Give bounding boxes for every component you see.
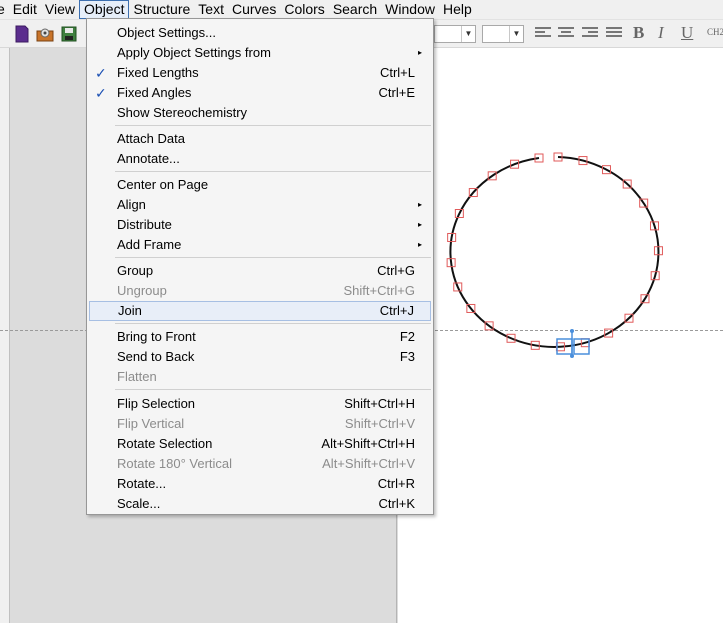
- menu-view[interactable]: View: [41, 0, 79, 19]
- menu-help[interactable]: Help: [439, 0, 476, 19]
- bold-button[interactable]: B: [633, 23, 644, 43]
- menu-item-show-stereochemistry[interactable]: Show Stereochemistry: [89, 103, 431, 123]
- size-combo[interactable]: ▼: [482, 25, 524, 43]
- checkmark-icon: ✓: [95, 65, 107, 81]
- underline-button[interactable]: U: [681, 23, 693, 43]
- menu-item-fixed-angles[interactable]: ✓ Fixed Angles Ctrl+E: [89, 83, 431, 103]
- menu-item-scale[interactable]: Scale... Ctrl+K: [89, 494, 431, 514]
- italic-button[interactable]: I: [658, 23, 664, 43]
- chevron-down-icon[interactable]: ▼: [509, 26, 523, 42]
- open-icon[interactable]: [36, 25, 54, 43]
- menu-file-partial[interactable]: e: [0, 0, 9, 19]
- object-menu-dropdown: Object Settings... Apply Object Settings…: [86, 18, 434, 515]
- menu-item-align[interactable]: Align ▸: [89, 195, 431, 215]
- document-canvas[interactable]: [398, 48, 723, 623]
- menu-item-rotate[interactable]: Rotate... Ctrl+R: [89, 474, 431, 494]
- menu-item-rotate-selection[interactable]: Rotate Selection Alt+Shift+Ctrl+H: [89, 434, 431, 454]
- menu-separator: [115, 171, 431, 172]
- menu-separator: [115, 257, 431, 258]
- menu-item-add-frame[interactable]: Add Frame ▸: [89, 235, 431, 255]
- menu-item-flip-vertical: Flip Vertical Shift+Ctrl+V: [117, 416, 415, 431]
- align-center-icon[interactable]: [558, 27, 574, 41]
- chevron-down-icon[interactable]: ▼: [461, 26, 475, 42]
- menu-structure[interactable]: Structure: [129, 0, 194, 19]
- menu-separator: [115, 389, 431, 390]
- align-right-icon[interactable]: [582, 27, 598, 41]
- menu-colors[interactable]: Colors: [280, 0, 328, 19]
- menu-search[interactable]: Search: [329, 0, 381, 19]
- menu-item-apply-object-settings-from[interactable]: Apply Object Settings from ▸: [89, 43, 431, 63]
- menu-item-fixed-lengths[interactable]: ✓ Fixed Lengths Ctrl+L: [89, 63, 431, 83]
- submenu-arrow-icon: ▸: [417, 48, 422, 57]
- menu-item-send-to-back[interactable]: Send to Back F3: [89, 347, 431, 367]
- menu-item-attach-data[interactable]: Attach Data: [89, 129, 431, 149]
- submenu-arrow-icon: ▸: [417, 220, 422, 229]
- menu-object[interactable]: Object: [79, 0, 130, 19]
- font-combo[interactable]: ▼: [434, 25, 476, 43]
- menu-item-ungroup: Ungroup Shift+Ctrl+G: [117, 283, 415, 298]
- menu-window[interactable]: Window: [381, 0, 439, 19]
- menu-item-flip-selection[interactable]: Flip Selection Shift+Ctrl+H: [89, 394, 431, 414]
- left-ruler: [0, 48, 10, 623]
- menu-item-bring-to-front[interactable]: Bring to Front F2: [89, 327, 431, 347]
- menu-curves[interactable]: Curves: [228, 0, 280, 19]
- menu-item-rotate-180-vertical: Rotate 180° Vertical Alt+Shift+Ctrl+V: [117, 456, 415, 471]
- submenu-arrow-icon: ▸: [417, 240, 422, 249]
- align-justify-icon[interactable]: [606, 27, 622, 41]
- menu-item-center-on-page[interactable]: Center on Page: [89, 175, 431, 195]
- menu-item-flatten: Flatten: [117, 369, 157, 384]
- save-icon[interactable]: [60, 25, 78, 43]
- menu-item-join[interactable]: Join Ctrl+J: [89, 301, 431, 321]
- submenu-arrow-icon: ▸: [417, 200, 422, 209]
- new-document-icon[interactable]: [13, 25, 31, 43]
- menu-separator: [115, 323, 431, 324]
- menu-item-annotate[interactable]: Annotate...: [89, 149, 431, 169]
- chem-formula-button[interactable]: CH2: [707, 27, 723, 37]
- menu-text[interactable]: Text: [194, 0, 228, 19]
- menu-item-distribute[interactable]: Distribute ▸: [89, 215, 431, 235]
- menu-item-group[interactable]: Group Ctrl+G: [89, 261, 431, 281]
- menu-separator: [115, 125, 431, 126]
- checkmark-icon: ✓: [95, 85, 107, 101]
- align-left-icon[interactable]: [535, 27, 551, 41]
- menu-edit[interactable]: Edit: [9, 0, 41, 19]
- menu-item-object-settings[interactable]: Object Settings...: [89, 23, 431, 43]
- menu-bar: e Edit View Object Structure Text Curves…: [0, 0, 723, 20]
